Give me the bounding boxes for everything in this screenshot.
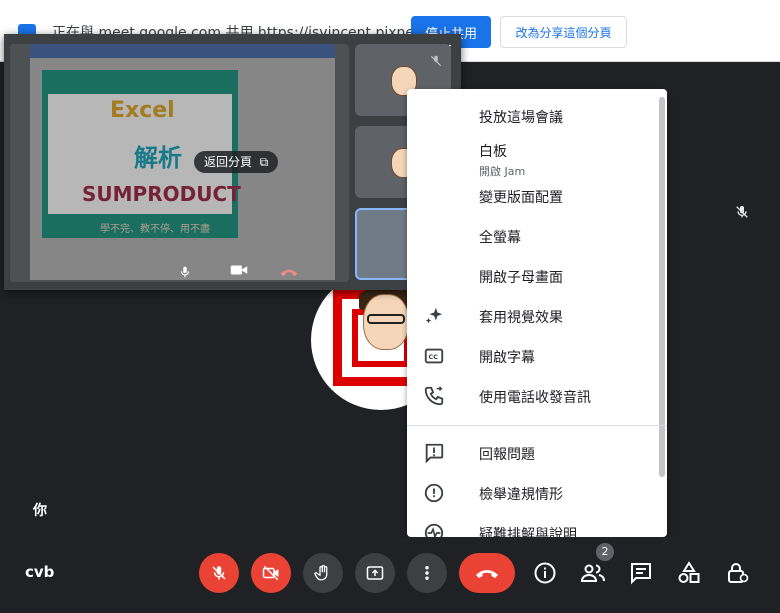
- pip-window[interactable]: ✕ Excel 解析 SUMPRODUCT 學不完、教不停、用不盡 返回分頁 ⧉: [4, 34, 461, 290]
- camera-toggle-button[interactable]: [251, 553, 291, 593]
- camera-off-icon: [262, 565, 279, 581]
- menu-item-phone-audio[interactable]: 使用電話收發音訊: [407, 377, 667, 417]
- raise-hand-button[interactable]: [303, 553, 343, 593]
- lock-person-icon: [728, 563, 749, 583]
- mic-off-icon: [736, 206, 748, 218]
- open-external-icon: ⧉: [255, 155, 269, 169]
- menu-item-captions[interactable]: CC 開啟字幕: [407, 337, 667, 377]
- pip-hangup-icon[interactable]: [278, 263, 300, 282]
- return-to-tab-label: 返回分頁: [204, 155, 253, 169]
- hand-icon: [314, 564, 328, 581]
- leave-call-button[interactable]: [459, 553, 515, 593]
- mic-toggle-button[interactable]: [199, 553, 239, 593]
- return-to-tab-button[interactable]: 返回分頁 ⧉: [194, 151, 279, 173]
- menu-item-whiteboard[interactable]: 白板 開啟 Jam: [407, 131, 667, 178]
- hangup-icon: [476, 570, 498, 578]
- shared-screen-preview: Excel 解析 SUMPRODUCT 學不完、教不停、用不盡 返回分頁 ⧉: [10, 44, 349, 282]
- menu-item-label: 回報問題: [479, 447, 535, 463]
- info-icon: [534, 562, 556, 584]
- menu-item-change-layout[interactable]: 變更版面配置: [407, 177, 667, 217]
- menu-item-troubleshooting[interactable]: 疑難排解與說明: [407, 514, 667, 537]
- menu-item-label: 全螢幕: [479, 230, 521, 246]
- mic-off-icon: [430, 55, 442, 67]
- menu-item-label: 白板: [479, 144, 507, 160]
- report-icon: [424, 483, 444, 503]
- phone-icon: [424, 386, 444, 406]
- menu-item-label: 變更版面配置: [479, 190, 563, 206]
- pip-mic-icon[interactable]: [174, 263, 196, 282]
- share-this-tab-button[interactable]: 改為分享這個分頁: [500, 16, 627, 48]
- menu-item-label: 套用視覺效果: [479, 310, 563, 326]
- svg-text:CC: CC: [429, 353, 439, 361]
- meeting-code: cvb: [25, 563, 55, 581]
- menu-item-label: 使用電話收發音訊: [479, 390, 591, 406]
- activities-button[interactable]: [675, 559, 703, 587]
- menu-item-report-problem[interactable]: 回報問題: [407, 434, 667, 474]
- menu-item-label: 疑難排解與說明: [479, 527, 577, 537]
- help-icon: [424, 523, 444, 537]
- self-name-label: 你: [33, 503, 47, 519]
- more-vert-icon: [425, 566, 429, 580]
- pip-camera-icon[interactable]: [228, 263, 250, 282]
- control-bar: cvb 2: [0, 537, 780, 613]
- menu-item-label: 檢舉違規情形: [479, 487, 563, 503]
- sparkle-icon: [425, 307, 443, 324]
- chat-button[interactable]: [627, 559, 655, 587]
- meeting-details-button[interactable]: [531, 559, 559, 587]
- feedback-icon: [425, 443, 444, 464]
- chat-icon: [631, 563, 651, 585]
- menu-item-label: 開啟子母畫面: [479, 270, 563, 286]
- menu-item-label: 投放這場會議: [479, 110, 563, 126]
- menu-divider: [407, 425, 667, 426]
- people-icon: [580, 564, 605, 582]
- menu-item-report-abuse[interactable]: 檢舉違規情形: [407, 474, 667, 514]
- menu-item-visual-effects[interactable]: 套用視覺效果: [407, 297, 667, 337]
- captions-icon: CC: [424, 348, 444, 364]
- present-button[interactable]: [355, 553, 395, 593]
- more-options-menu: 投放這場會議 白板 開啟 Jam 變更版面配置 全螢幕 開啟子母畫面 套用視覺效…: [407, 89, 667, 537]
- participants-button[interactable]: [579, 559, 607, 587]
- more-options-button[interactable]: [407, 553, 447, 593]
- menu-item-pip[interactable]: 開啟子母畫面: [407, 257, 667, 297]
- menu-item-label: 開啟字幕: [479, 350, 535, 366]
- mic-off-icon: [212, 566, 226, 580]
- shapes-icon: [678, 561, 700, 583]
- present-screen-icon: [366, 566, 384, 580]
- menu-item-fullscreen[interactable]: 全螢幕: [407, 217, 667, 257]
- host-controls-button[interactable]: [723, 559, 751, 587]
